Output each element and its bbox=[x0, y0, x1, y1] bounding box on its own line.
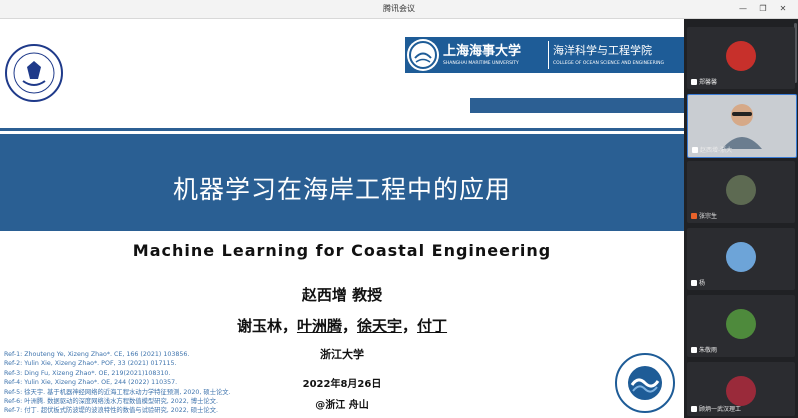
smu-college: 海洋科学与工程学院 bbox=[553, 44, 652, 57]
reference-item: Ref-4: Yulin Xie, Xizeng Zhao*. OE, 244 … bbox=[4, 379, 178, 387]
avatar bbox=[726, 376, 756, 406]
microphone-icon bbox=[691, 405, 697, 412]
participant-tile-speaking[interactable]: 赵西增-浙大 bbox=[687, 94, 797, 158]
reference-item: Ref-7: 付丁. 超伏板式防波堤的波浪特性的数值与试验研究, 2022, 硕… bbox=[4, 407, 218, 415]
avatar bbox=[726, 242, 756, 272]
minimize-icon[interactable]: — bbox=[736, 2, 750, 15]
reference-item: Ref-1: Zhouteng Ye, Xizeng Zhao*. CE, 16… bbox=[4, 351, 190, 358]
participant-name: 朱敬雨 bbox=[699, 347, 718, 354]
participant-name: 郑馨馨 bbox=[699, 79, 718, 86]
microphone-icon bbox=[691, 279, 697, 286]
coauthor-name: 徐天宇 bbox=[357, 317, 403, 335]
ocean-college-seal-icon bbox=[615, 353, 675, 413]
smu-name-en: SHANGHAI MARITIME UNIVERSITY bbox=[443, 61, 519, 66]
participant-panel: 郑馨馨 赵西增-浙大 张宗生 杨 朱敬雨 顾炳一武汉理工 bbox=[684, 19, 798, 418]
participant-name: 张宗生 bbox=[699, 213, 718, 220]
smu-banner: 上海海事大学 SHANGHAI MARITIME UNIVERSITY 海洋科学… bbox=[405, 37, 684, 73]
reference-list: Ref-1: Zhouteng Ye, Xizeng Zhao*. CE, 16… bbox=[4, 350, 304, 416]
microphone-icon bbox=[691, 78, 697, 85]
reference-item: Ref-3: Ding Fu, Xizeng Zhao*. OE, 219(20… bbox=[4, 369, 171, 377]
participant-tile[interactable]: 顾炳一武汉理工 bbox=[687, 362, 795, 416]
avatar bbox=[726, 175, 756, 205]
participant-tile[interactable]: 杨 bbox=[687, 228, 795, 290]
smu-name: 上海海事大学 bbox=[443, 44, 522, 59]
shared-slide: 上海海事大学 SHANGHAI MARITIME UNIVERSITY 海洋科学… bbox=[0, 19, 684, 418]
coauthor-name: 谢玉林 bbox=[236, 317, 282, 335]
presenter-name: 赵西增 教授 bbox=[301, 286, 383, 304]
avatar bbox=[726, 309, 756, 339]
title-bar: 腾讯会议 — ❐ ✕ bbox=[0, 0, 798, 19]
reference-item: Ref-6: 叶洲腾. 数据驱动的深度网络浅水方程数值模型研究, 2022, 博… bbox=[4, 398, 218, 406]
participant-tile[interactable]: 郑馨馨 bbox=[687, 27, 795, 89]
participant-tile[interactable]: 张宗生 bbox=[687, 161, 795, 223]
maximize-icon[interactable]: ❐ bbox=[756, 2, 770, 15]
coauthor-list: 谢玉林，叶洲腾，徐天宇，付丁 bbox=[236, 317, 448, 335]
reference-item: Ref-2: Yulin Xie, Xizeng Zhao*. POF, 33 … bbox=[4, 360, 177, 368]
window-title: 腾讯会议 bbox=[383, 4, 415, 13]
zju-logo-icon bbox=[5, 44, 63, 102]
smu-divider bbox=[548, 41, 549, 69]
avatar bbox=[726, 41, 756, 71]
microphone-icon bbox=[691, 346, 697, 353]
smu-logo-icon bbox=[407, 39, 439, 71]
slide-title-cn: 机器学习在海岸工程中的应用 bbox=[172, 175, 511, 204]
header-thin-stripe bbox=[0, 128, 684, 131]
smu-college-en: COLLEGE OF OCEAN SCIENCE AND ENGINEERING bbox=[553, 61, 664, 66]
coauthor-name: 叶洲腾 bbox=[296, 317, 342, 335]
participant-tile[interactable]: 朱敬雨 bbox=[687, 295, 795, 357]
microphone-icon bbox=[692, 146, 698, 153]
microphone-muted-icon bbox=[691, 212, 697, 219]
reference-item: Ref-5: 徐天宇. 基于机器神经网络的近海工程水动力学特征预测, 2020,… bbox=[4, 388, 231, 396]
participant-name: 顾炳一武汉理工 bbox=[699, 406, 742, 413]
header-stripe bbox=[470, 98, 684, 113]
title-band: 机器学习在海岸工程中的应用 bbox=[0, 134, 684, 231]
avatar bbox=[722, 104, 762, 149]
participant-name: 杨 bbox=[699, 280, 706, 287]
slide-title-en: Machine Learning for Coastal Engineering bbox=[132, 241, 552, 260]
participant-name: 赵西增-浙大 bbox=[700, 147, 733, 154]
close-icon[interactable]: ✕ bbox=[776, 2, 790, 15]
coauthor-name: 付丁 bbox=[417, 317, 448, 335]
